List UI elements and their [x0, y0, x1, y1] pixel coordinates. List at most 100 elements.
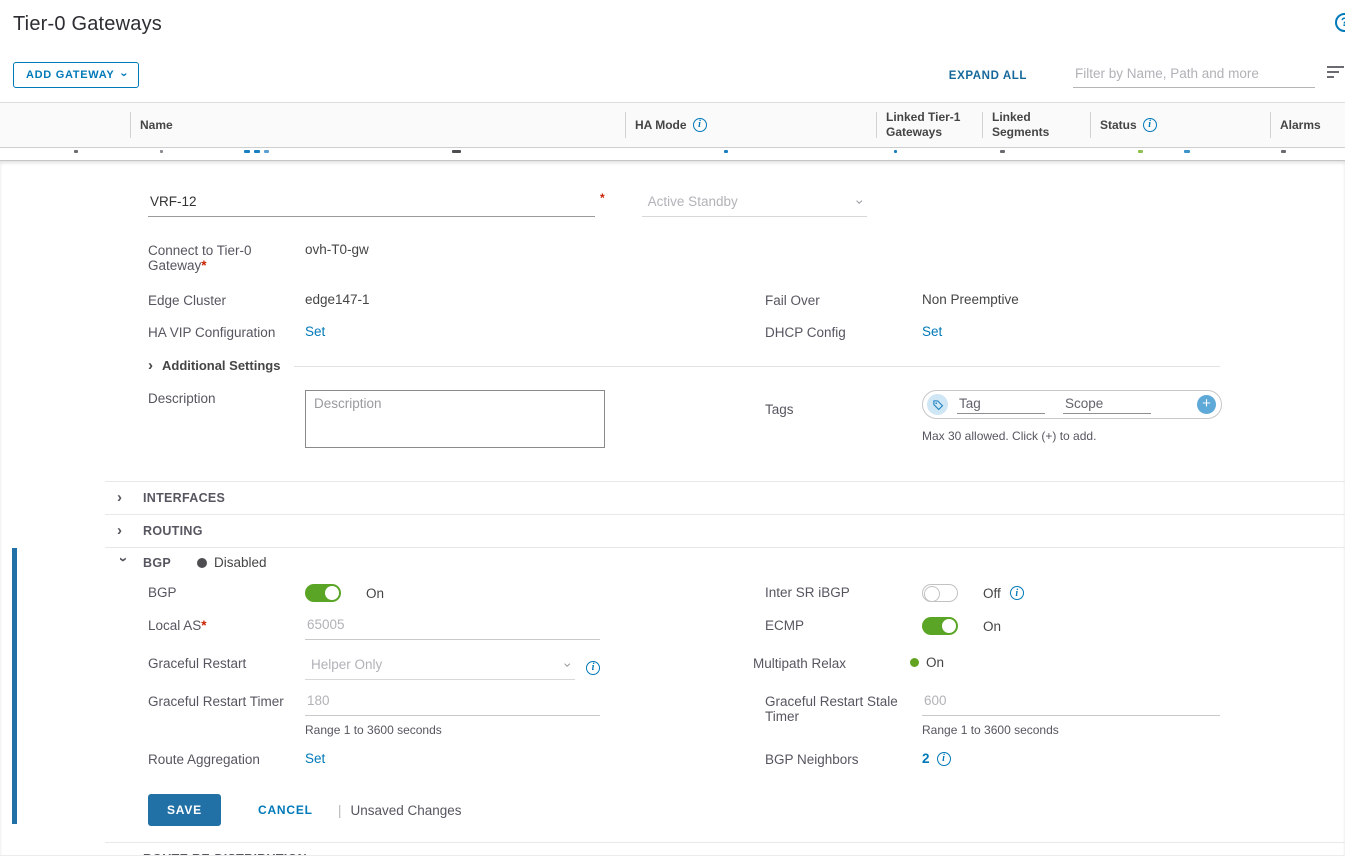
divider: [294, 366, 1220, 367]
info-icon[interactable]: i: [693, 118, 707, 132]
info-icon[interactable]: i: [586, 661, 600, 675]
ecmp-toggle[interactable]: [922, 617, 958, 635]
separator: |: [338, 802, 342, 818]
gr-timer-label: Graceful Restart Timer: [148, 693, 305, 709]
column-status[interactable]: Status i: [1090, 103, 1270, 147]
graceful-restart-row: Graceful Restart Helper Only › i Multipa…: [0, 655, 1345, 680]
graceful-restart-select[interactable]: Helper Only ›: [305, 655, 575, 680]
route-aggregation-label: Route Aggregation: [148, 751, 305, 767]
inter-sr-state: Off: [983, 586, 1001, 601]
multipath-relax-state: On: [926, 655, 944, 670]
name-row: * Active Standby ›: [0, 191, 1345, 217]
info-icon[interactable]: i: [937, 752, 951, 766]
scope-input[interactable]: [1063, 396, 1151, 414]
column-linked-segments[interactable]: Linked Segments: [982, 103, 1090, 147]
toolbar: ADD GATEWAY › EXPAND ALL: [13, 61, 1345, 88]
status-dot-gray: [197, 558, 207, 568]
bgp-status-badge: Disabled: [197, 555, 267, 570]
filter-input[interactable]: [1073, 64, 1315, 88]
tag-entry-pill: +: [922, 390, 1222, 419]
gr-timer-input[interactable]: [305, 693, 600, 716]
section-interfaces[interactable]: › INTERFACES: [105, 481, 1345, 514]
fail-over-label: Fail Over: [765, 292, 922, 308]
add-tag-button[interactable]: +: [1197, 395, 1216, 414]
description-textarea[interactable]: [305, 390, 605, 448]
row-fragment: [724, 150, 728, 153]
table-header: Name HA Mode i Linked Tier-1 Gateways Li…: [0, 102, 1345, 148]
bgp-status-text: Disabled: [214, 555, 267, 570]
tags-label: Tags: [765, 390, 922, 417]
page-title: Tier-0 Gateways: [0, 0, 1345, 36]
row-fragment: [452, 150, 461, 153]
description-label: Description: [148, 390, 305, 406]
row-fragment: [1138, 150, 1143, 153]
column-alarms[interactable]: Alarms: [1270, 103, 1345, 147]
required-asterisk: *: [600, 191, 605, 205]
ha-vip-set-link[interactable]: Set: [305, 324, 325, 339]
section-routing[interactable]: › ROUTING: [105, 514, 1345, 547]
bgp-neighbors-label: BGP Neighbors: [765, 751, 922, 767]
info-icon[interactable]: i: [1010, 586, 1024, 600]
gateway-name-input[interactable]: [148, 192, 595, 217]
row-fragment: [160, 150, 163, 153]
dhcp-config-label: DHCP Config: [765, 324, 922, 340]
section-bgp-label: BGP: [143, 556, 171, 570]
section-route-redistribution[interactable]: › ROUTE RE-DISTRIBUTION: [105, 842, 1345, 856]
bgp-state: On: [366, 586, 384, 601]
connect-label: Connect to Tier-0 Gateway*: [148, 242, 305, 273]
bgp-toggle[interactable]: [305, 584, 341, 602]
section-bgp[interactable]: › BGP Disabled: [105, 547, 1345, 577]
row-fragment: [264, 150, 269, 153]
fail-over-value: Non Preemptive: [922, 292, 1220, 307]
route-aggregation-set-link[interactable]: Set: [305, 751, 325, 766]
graceful-restart-value: Helper Only: [311, 657, 382, 672]
row-fragment: [244, 150, 250, 153]
edge-cluster-label: Edge Cluster: [148, 292, 305, 308]
bgp-section-active-bar: [12, 548, 17, 824]
additional-settings-toggle[interactable]: › Additional Settings: [0, 358, 1345, 373]
ha-mode-select[interactable]: Active Standby ›: [642, 192, 867, 217]
gr-stale-hint: Range 1 to 3600 seconds: [922, 723, 1220, 737]
cancel-button[interactable]: CANCEL: [258, 803, 313, 817]
gr-timer-hint: Range 1 to 3600 seconds: [305, 723, 600, 737]
tags-hint: Max 30 allowed. Click (+) to add.: [922, 429, 1222, 443]
bgp-label: BGP: [148, 584, 305, 600]
column-linked-tier1[interactable]: Linked Tier-1 Gateways: [876, 103, 982, 147]
ha-vip-row: HA VIP Configuration Set DHCP Config Set: [0, 324, 1345, 340]
dhcp-set-link[interactable]: Set: [922, 324, 942, 339]
ecmp-label: ECMP: [765, 617, 922, 633]
clipped-gateway-row: [0, 148, 1345, 160]
local-as-label: Local AS*: [148, 617, 305, 633]
add-gateway-button[interactable]: ADD GATEWAY ›: [13, 62, 139, 88]
connect-value: ovh-T0-gw: [305, 242, 600, 257]
row-fragment: [1281, 150, 1286, 153]
ecmp-state: On: [983, 619, 1001, 634]
row-fragment: [1184, 150, 1190, 153]
filter-icon[interactable]: [1327, 66, 1345, 80]
chevron-down-icon: ›: [564, 662, 574, 667]
connect-row: Connect to Tier-0 Gateway* ovh-T0-gw: [0, 242, 1345, 273]
chevron-right-icon: ›: [148, 360, 153, 372]
column-name[interactable]: Name: [130, 103, 625, 147]
local-as-input[interactable]: [305, 617, 600, 640]
chevron-right-icon: ›: [117, 492, 129, 504]
bgp-neighbors-link[interactable]: 2: [922, 751, 930, 766]
gateway-edit-panel: * Active Standby › Connect to Tier-0 Gat…: [0, 160, 1345, 856]
bgp-toggle-row: BGP On Inter SR iBGP Off i: [0, 584, 1345, 602]
additional-settings-label: Additional Settings: [162, 358, 280, 373]
column-ha-mode[interactable]: HA Mode i: [625, 103, 876, 147]
gr-timer-row: Graceful Restart Timer Range 1 to 3600 s…: [0, 693, 1345, 737]
inter-sr-toggle[interactable]: [922, 584, 958, 602]
multipath-relax-label: Multipath Relax: [753, 655, 910, 671]
ha-mode-value: Active Standby: [648, 194, 738, 209]
row-fragment: [254, 150, 260, 153]
save-button[interactable]: SAVE: [148, 794, 221, 826]
section-routing-label: ROUTING: [143, 524, 203, 538]
edge-cluster-value: edge147-1: [305, 292, 600, 307]
add-gateway-label: ADD GATEWAY: [26, 69, 114, 81]
chevron-down-icon: ›: [855, 199, 865, 204]
tag-input[interactable]: [957, 396, 1045, 414]
expand-all-link[interactable]: EXPAND ALL: [949, 70, 1027, 82]
gr-stale-input[interactable]: [922, 693, 1220, 716]
info-icon[interactable]: i: [1143, 118, 1157, 132]
